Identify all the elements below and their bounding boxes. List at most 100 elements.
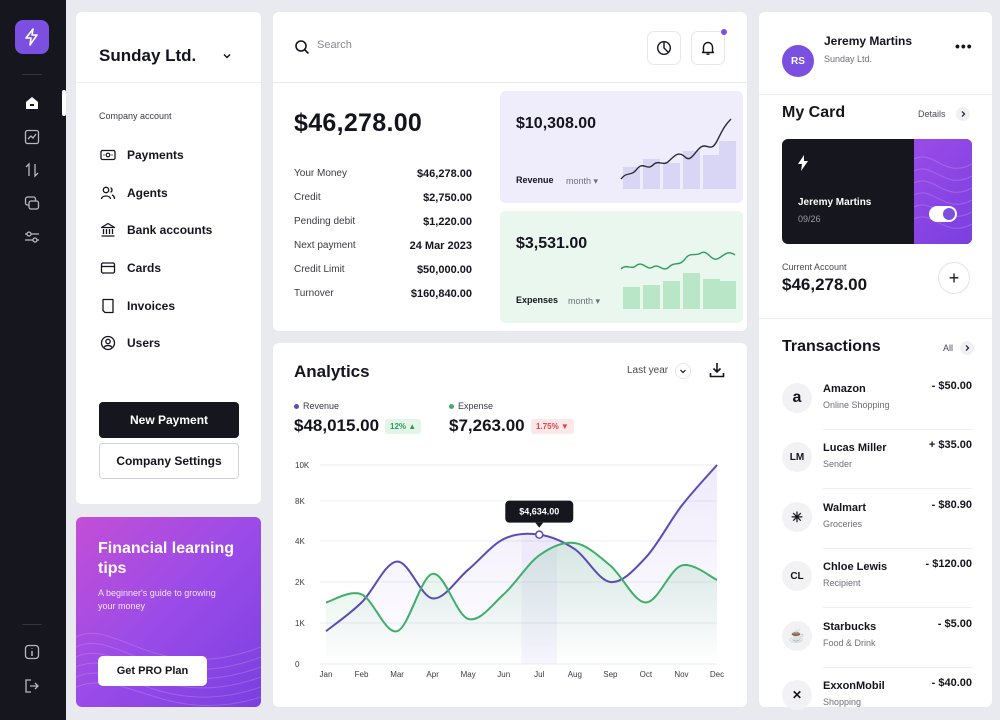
analytics-icon[interactable]	[21, 126, 43, 148]
transaction-amount: - $50.00	[931, 380, 972, 392]
user-name: Jeremy Martins	[824, 34, 913, 48]
menu-item-users[interactable]: Users	[99, 333, 160, 353]
transfer-icon[interactable]	[21, 159, 43, 181]
chat-icon[interactable]	[21, 192, 43, 214]
top-bar	[273, 12, 747, 82]
transaction-item[interactable]: CL Chloe Lewis Recipient - $120.00	[782, 555, 972, 608]
menu-item-label: Invoices	[127, 299, 176, 313]
analytics-line-chart[interactable]: 0 1K 2K 4K 8K 10K Jan Feb Mar Apr May Jun Jul Aug Sep O…	[273, 343, 747, 707]
transactions-all-link[interactable]: All	[943, 343, 953, 353]
avatar[interactable]: RS	[782, 45, 814, 77]
card-logo-icon	[798, 155, 808, 171]
company-name[interactable]: Sunday Ltd.	[99, 46, 196, 66]
transaction-category: Online Shopping	[823, 400, 890, 410]
expenses-period-value: month	[568, 296, 594, 306]
transaction-name: Starbucks	[823, 621, 877, 633]
transaction-amount: - $80.90	[931, 499, 972, 511]
x-tick-label: Apr	[426, 670, 439, 679]
bank-icon	[99, 221, 117, 239]
agents-icon	[99, 184, 117, 202]
transaction-item[interactable]: LM Lucas Miller Sender + $35.00	[782, 436, 972, 489]
total-balance: $46,278.00	[294, 109, 423, 137]
more-options-icon[interactable]: •••	[955, 38, 973, 54]
summary-row: Pending debit $1,220.00	[294, 216, 472, 228]
new-payment-button[interactable]: New Payment	[99, 402, 239, 438]
tooltip-arrow	[535, 522, 544, 528]
menu-item-label: Agents	[127, 186, 168, 200]
y-tick-label: 4K	[295, 537, 305, 546]
menu-item-label: Payments	[127, 148, 184, 162]
transaction-amount: - $120.00	[925, 558, 972, 570]
transaction-item[interactable]: ✕ ExxonMobil Shopping - $40.00	[782, 674, 972, 710]
x-tick-label: Mar	[390, 670, 404, 679]
x-tick-label: Jul	[534, 670, 544, 679]
menu-item-label: Cards	[127, 261, 162, 275]
transaction-item[interactable]: ✳ Walmart Groceries - $80.90	[782, 496, 972, 549]
x-tick-label: Nov	[674, 670, 688, 679]
user-company: Sunday Ltd.	[824, 54, 873, 64]
divider	[823, 667, 972, 668]
search-input[interactable]	[317, 39, 517, 51]
menu-item-invoices[interactable]: Invoices	[99, 296, 175, 316]
transaction-name: Amazon	[823, 383, 866, 395]
promo-card: Financial learning tips A beginner's gui…	[76, 517, 261, 707]
rail-divider	[22, 624, 42, 625]
icon-rail	[0, 0, 66, 720]
summary-key: Next payment	[294, 240, 356, 251]
card-details-link[interactable]: Details	[918, 109, 946, 119]
menu-item-payments[interactable]: Payments	[99, 145, 184, 165]
summary-value: $160,840.00	[410, 288, 472, 300]
promo-title: Financial learning tips	[98, 540, 235, 577]
get-pro-plan-button[interactable]: Get PRO Plan	[98, 656, 207, 686]
home-icon[interactable]	[21, 92, 43, 114]
balance-summary: $46,278.00 Your Money $46,278.00 Credit $2…	[273, 83, 747, 331]
expenses-amount: $3,531.00	[516, 235, 588, 252]
chevron-down-icon[interactable]	[221, 49, 233, 67]
summary-key: Turnover	[294, 288, 334, 299]
avatar: CL	[782, 561, 812, 591]
notification-dot	[721, 29, 727, 35]
chevron-right-icon[interactable]	[956, 107, 970, 121]
avatar: LM	[782, 442, 812, 472]
divider	[76, 82, 261, 83]
chevron-right-icon[interactable]	[960, 341, 974, 355]
menu-item-label: Bank accounts	[127, 223, 213, 237]
rail-active-indicator	[62, 90, 66, 116]
transaction-item[interactable]: ☕ Starbucks Food & Drink - $5.00	[782, 615, 972, 668]
transaction-category: Food & Drink	[823, 638, 876, 648]
revenue-label: Revenue	[516, 175, 554, 185]
invoice-icon	[99, 297, 117, 315]
menu-item-bank-accounts[interactable]: Bank accounts	[99, 220, 212, 240]
settings-sliders-icon[interactable]	[21, 226, 43, 248]
summary-value: 24 Mar 2023	[409, 240, 472, 252]
company-panel: Sunday Ltd. Company account Payments Age…	[76, 12, 261, 504]
divider	[823, 548, 972, 549]
info-icon[interactable]	[21, 641, 43, 663]
summary-key: Credit Limit	[294, 264, 345, 275]
transaction-name: Walmart	[823, 502, 866, 514]
reports-button[interactable]	[647, 31, 681, 65]
revenue-amount: $10,308.00	[516, 115, 597, 132]
logout-icon[interactable]	[21, 675, 43, 697]
y-tick-label: 1K	[295, 619, 305, 628]
card-toggle[interactable]	[929, 206, 957, 222]
transaction-amount: - $5.00	[937, 618, 972, 630]
revenue-mini-card[interactable]: $10,308.00 Revenue month ▾	[500, 91, 743, 203]
company-settings-button[interactable]: Company Settings	[99, 443, 239, 479]
transaction-item[interactable]: a Amazon Online Shopping - $50.00	[782, 377, 972, 430]
add-card-button[interactable]: +	[938, 262, 970, 294]
payment-card[interactable]: Jeremy Martins 09/26	[782, 139, 972, 244]
app-logo-icon[interactable]	[15, 20, 49, 54]
summary-row: Your Money $46,278.00	[294, 168, 472, 180]
x-tick-label: Jun	[497, 670, 510, 679]
notifications-button[interactable]	[691, 29, 727, 65]
expenses-period-select[interactable]: month ▾	[568, 296, 600, 307]
menu-item-cards[interactable]: Cards	[99, 258, 161, 278]
revenue-period-select[interactable]: month ▾	[566, 176, 598, 187]
transaction-name: ExxonMobil	[823, 680, 885, 692]
x-tick-label: Feb	[355, 670, 369, 679]
transaction-category: Recipient	[823, 578, 861, 588]
menu-item-agents[interactable]: Agents	[99, 183, 168, 203]
transaction-name: Chloe Lewis	[823, 561, 888, 573]
expenses-mini-card[interactable]: $3,531.00 Expenses month ▾	[500, 211, 743, 323]
